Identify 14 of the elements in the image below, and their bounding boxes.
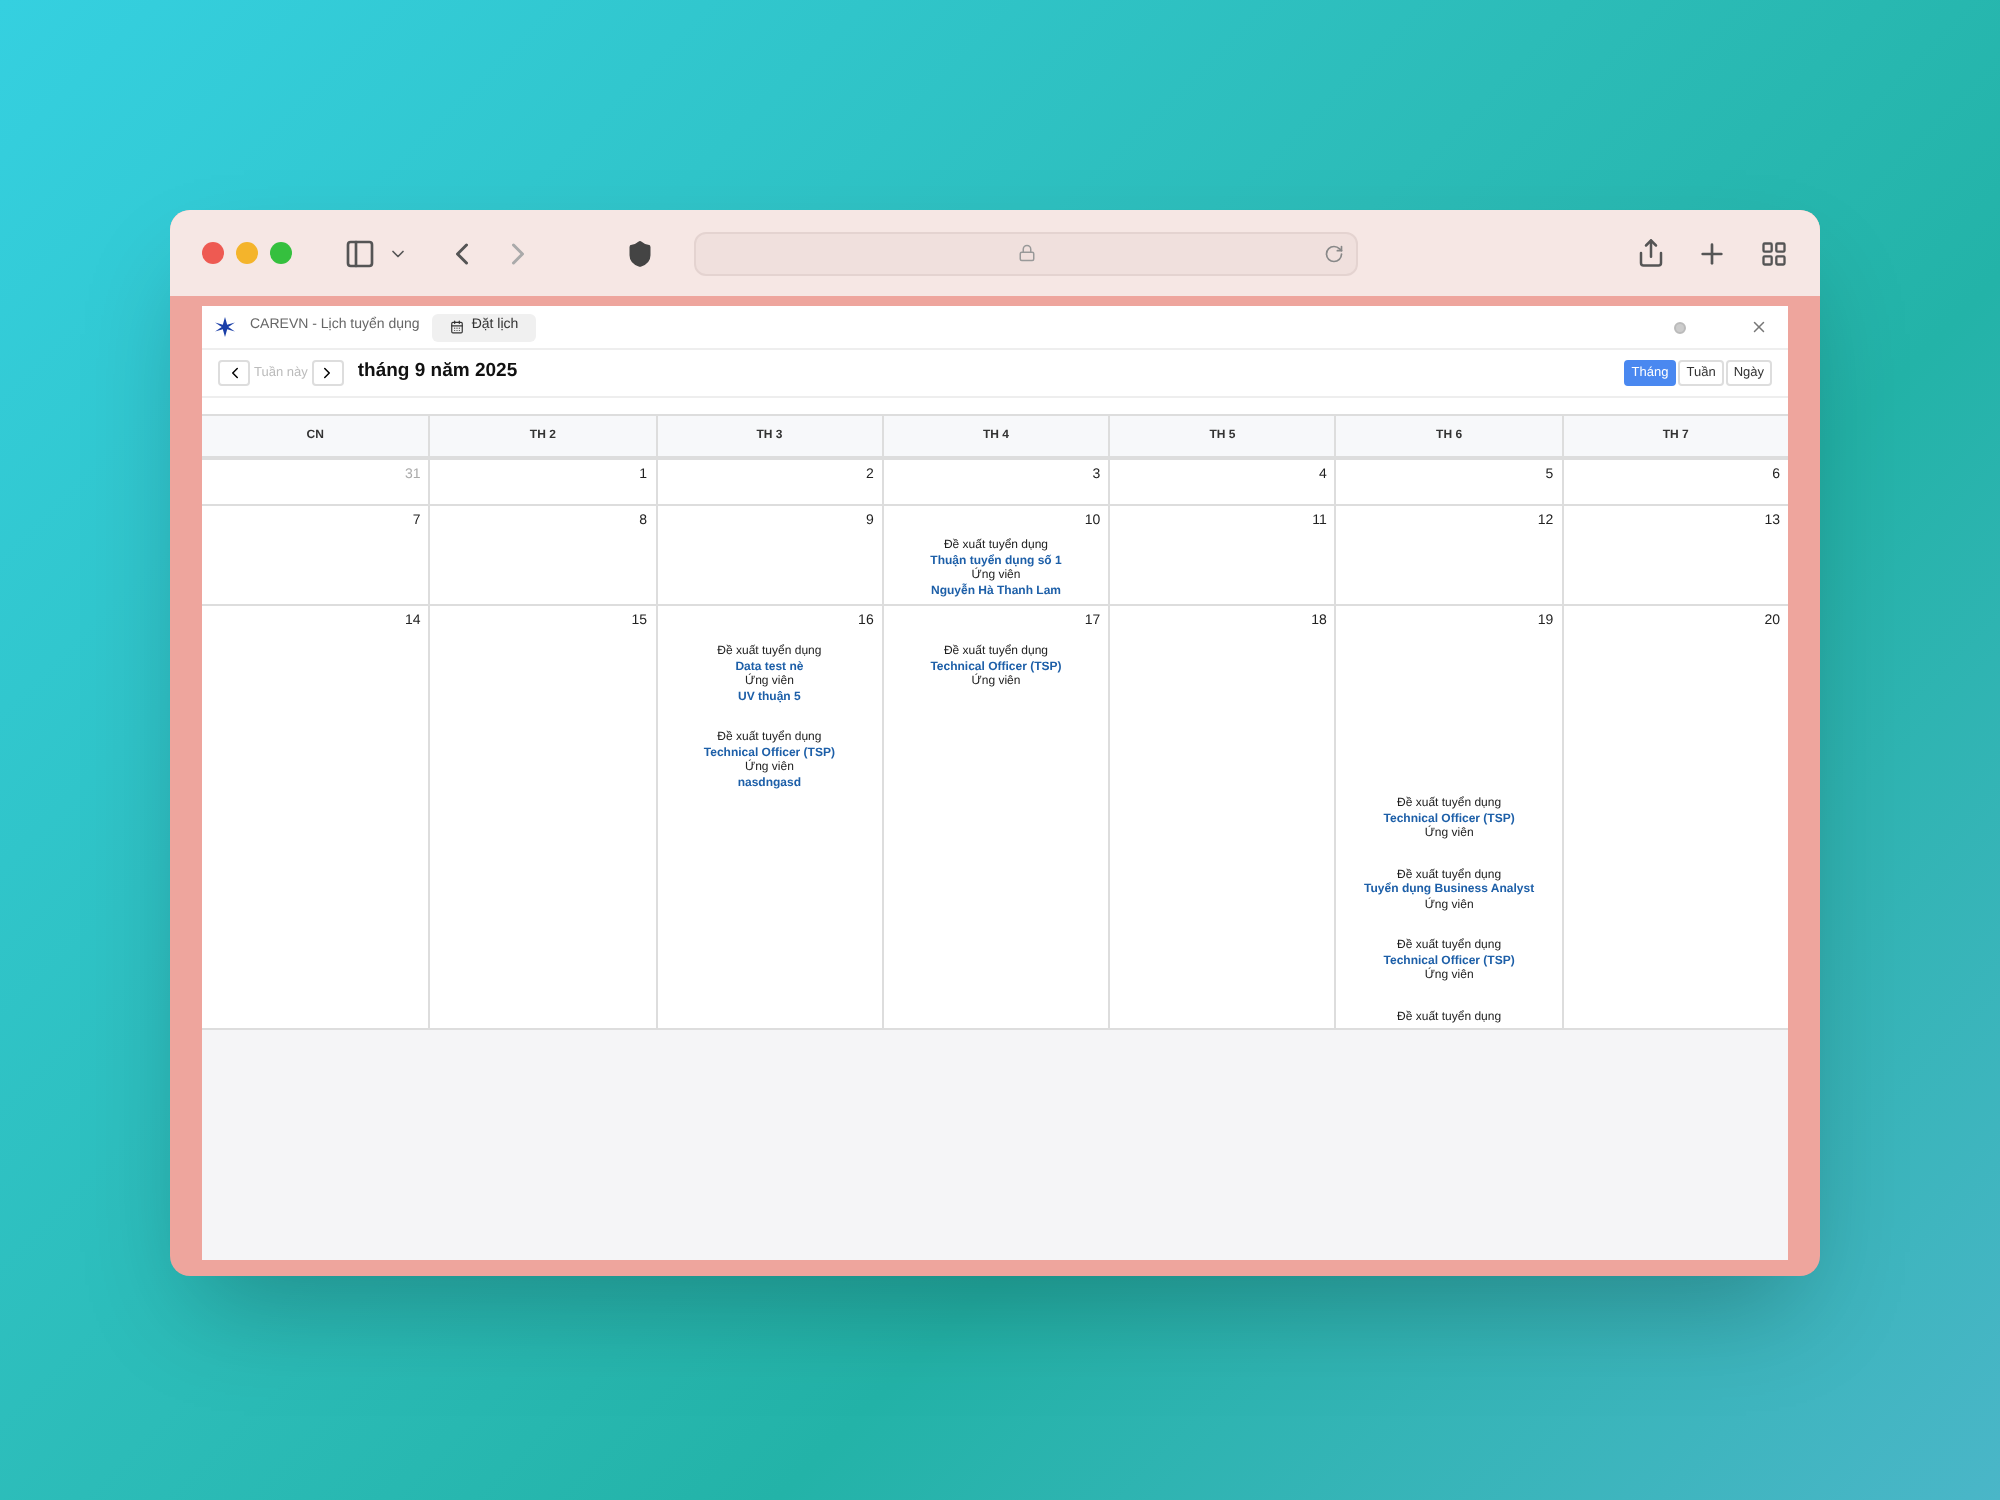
share-icon[interactable] <box>1636 238 1666 268</box>
shield-icon[interactable] <box>626 239 654 267</box>
previous-button[interactable] <box>218 360 250 386</box>
sidebar-icon[interactable] <box>344 237 376 269</box>
period-title: tháng 9 năm 2025 <box>357 358 518 387</box>
close-icon[interactable] <box>1750 318 1768 336</box>
new-tab-icon[interactable] <box>1696 237 1728 269</box>
lock-icon <box>1017 244 1035 262</box>
close-window-icon[interactable] <box>202 242 224 264</box>
star-logo-icon <box>214 316 236 338</box>
reload-icon[interactable] <box>1324 243 1344 263</box>
calendar-icon <box>449 320 464 334</box>
next-button[interactable] <box>311 360 344 386</box>
tab-overview-icon[interactable] <box>1760 239 1788 267</box>
